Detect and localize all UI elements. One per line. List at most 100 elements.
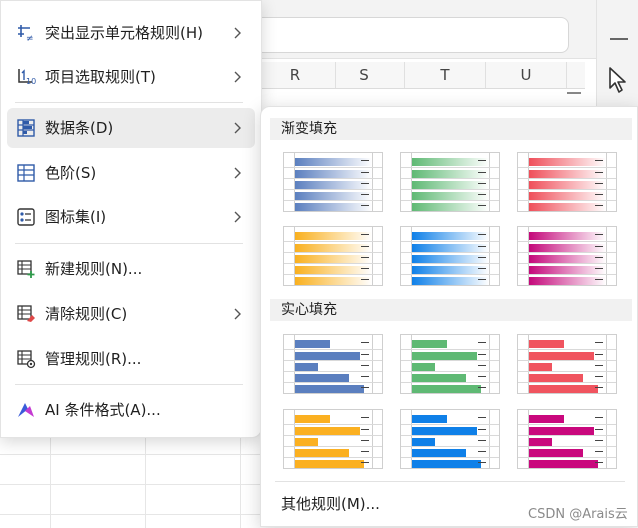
solid-data-bar-swatch[interactable] [400,409,500,469]
menu-divider [15,384,243,385]
select-cursor-icon[interactable] [607,66,631,94]
submenu-divider [275,481,625,482]
solid-data-bar-swatch[interactable] [517,409,617,469]
menu-item-color-scales[interactable]: 色阶(S) [7,153,255,193]
swatch-tick [595,342,603,343]
solid-data-bar-swatch[interactable] [400,334,500,394]
data-bar [295,363,318,371]
swatch-tick [595,183,603,184]
data-bar [412,438,435,446]
data-bar [295,427,360,435]
data-bar [529,385,598,393]
solid-data-bar-swatch[interactable] [517,334,617,394]
swatch-row [518,200,616,211]
more-rules-button[interactable]: 其他规则(M)... [281,493,380,515]
swatch-tick [361,172,369,173]
column-header-t[interactable]: T [405,62,486,88]
swatch-row [284,200,382,211]
collapse-icon[interactable] [610,38,628,40]
swatch-tick [595,354,603,355]
menu-item-highlight-rules[interactable]: ≠ 突出显示单元格规则(H) [7,13,255,53]
swatch-row [401,338,499,349]
formula-bar[interactable] [255,17,569,53]
swatch-row [284,435,382,446]
swatch-tick [595,160,603,161]
column-header-s[interactable]: S [324,62,405,88]
icon-sets-icon [17,208,35,226]
swatch-tick [361,183,369,184]
swatch-row [401,200,499,211]
swatch-tick [361,451,369,452]
swatch-tick [361,279,369,280]
data-bar [412,352,477,360]
swatch-tick [361,160,369,161]
swatch-row [401,435,499,446]
gradient-data-bar-swatch[interactable] [517,226,617,286]
data-bar [529,415,564,423]
menu-item-clear-rules[interactable]: 清除规则(C) [7,294,255,334]
swatch-row [518,435,616,446]
menu-item-label: 色阶(S) [45,164,97,182]
data-bar [529,460,598,468]
gradient-data-bar-swatch[interactable] [517,152,617,212]
swatch-row [284,263,382,274]
swatch-tick [478,342,486,343]
solid-data-bar-swatch[interactable] [283,409,383,469]
swatch-row [518,230,616,241]
data-bar [529,363,552,371]
data-bar [295,340,330,348]
swatch-row [401,274,499,285]
gradient-data-bar-swatch[interactable] [400,152,500,212]
data-bar [412,340,447,348]
menu-item-data-bars[interactable]: 数据条(D) [7,108,255,148]
swatch-tick [595,365,603,366]
svg-text:10: 10 [26,77,36,86]
swatch-row [518,349,616,360]
swatch-row [401,252,499,263]
data-bar [529,340,564,348]
data-bar [412,363,435,371]
swatch-tick [478,279,486,280]
swatch-row [401,263,499,274]
swatch-tick [595,246,603,247]
menu-item-ai-conditional-format[interactable]: AI 条件格式(A)... [7,390,255,430]
swatch-tick [595,429,603,430]
swatch-row [401,446,499,457]
swatch-tick [478,172,486,173]
swatch-tick [595,387,603,388]
svg-text:≠: ≠ [26,34,34,43]
solid-data-bar-swatch[interactable] [283,334,383,394]
data-bar [529,352,594,360]
chevron-right-icon [234,71,241,83]
gradient-data-bar-swatch[interactable] [283,226,383,286]
swatch-tick [361,440,369,441]
data-bar [295,460,364,468]
swatch-tick [361,268,369,269]
gradient-data-bar-swatch[interactable] [400,226,500,286]
swatch-row [518,338,616,349]
data-bar [412,427,477,435]
swatch-row [401,413,499,424]
menu-item-label: 图标集(I) [45,208,107,226]
swatch-row [401,382,499,393]
data-bar [529,438,552,446]
swatch-row [284,382,382,393]
swatch-row [284,338,382,349]
swatch-row [284,349,382,360]
swatch-row [518,413,616,424]
swatch-row [401,360,499,371]
swatch-row [518,424,616,435]
swatch-tick [361,376,369,377]
swatch-tick [361,417,369,418]
menu-item-icon-sets[interactable]: 图标集(I) [7,197,255,237]
gradient-data-bar-swatch[interactable] [283,152,383,212]
menu-item-new-rule[interactable]: 新建规则(N)... [7,249,255,289]
swatch-tick [361,205,369,206]
menu-item-top-bottom-rules[interactable]: 10 项目选取规则(T) [7,57,255,97]
menu-item-manage-rules[interactable]: 管理规则(R)... [7,339,255,379]
swatch-row [284,371,382,382]
swatch-tick [478,257,486,258]
menu-item-label: 清除规则(C) [45,305,128,323]
column-header-u[interactable]: U [486,62,567,88]
swatch-tick [361,194,369,195]
